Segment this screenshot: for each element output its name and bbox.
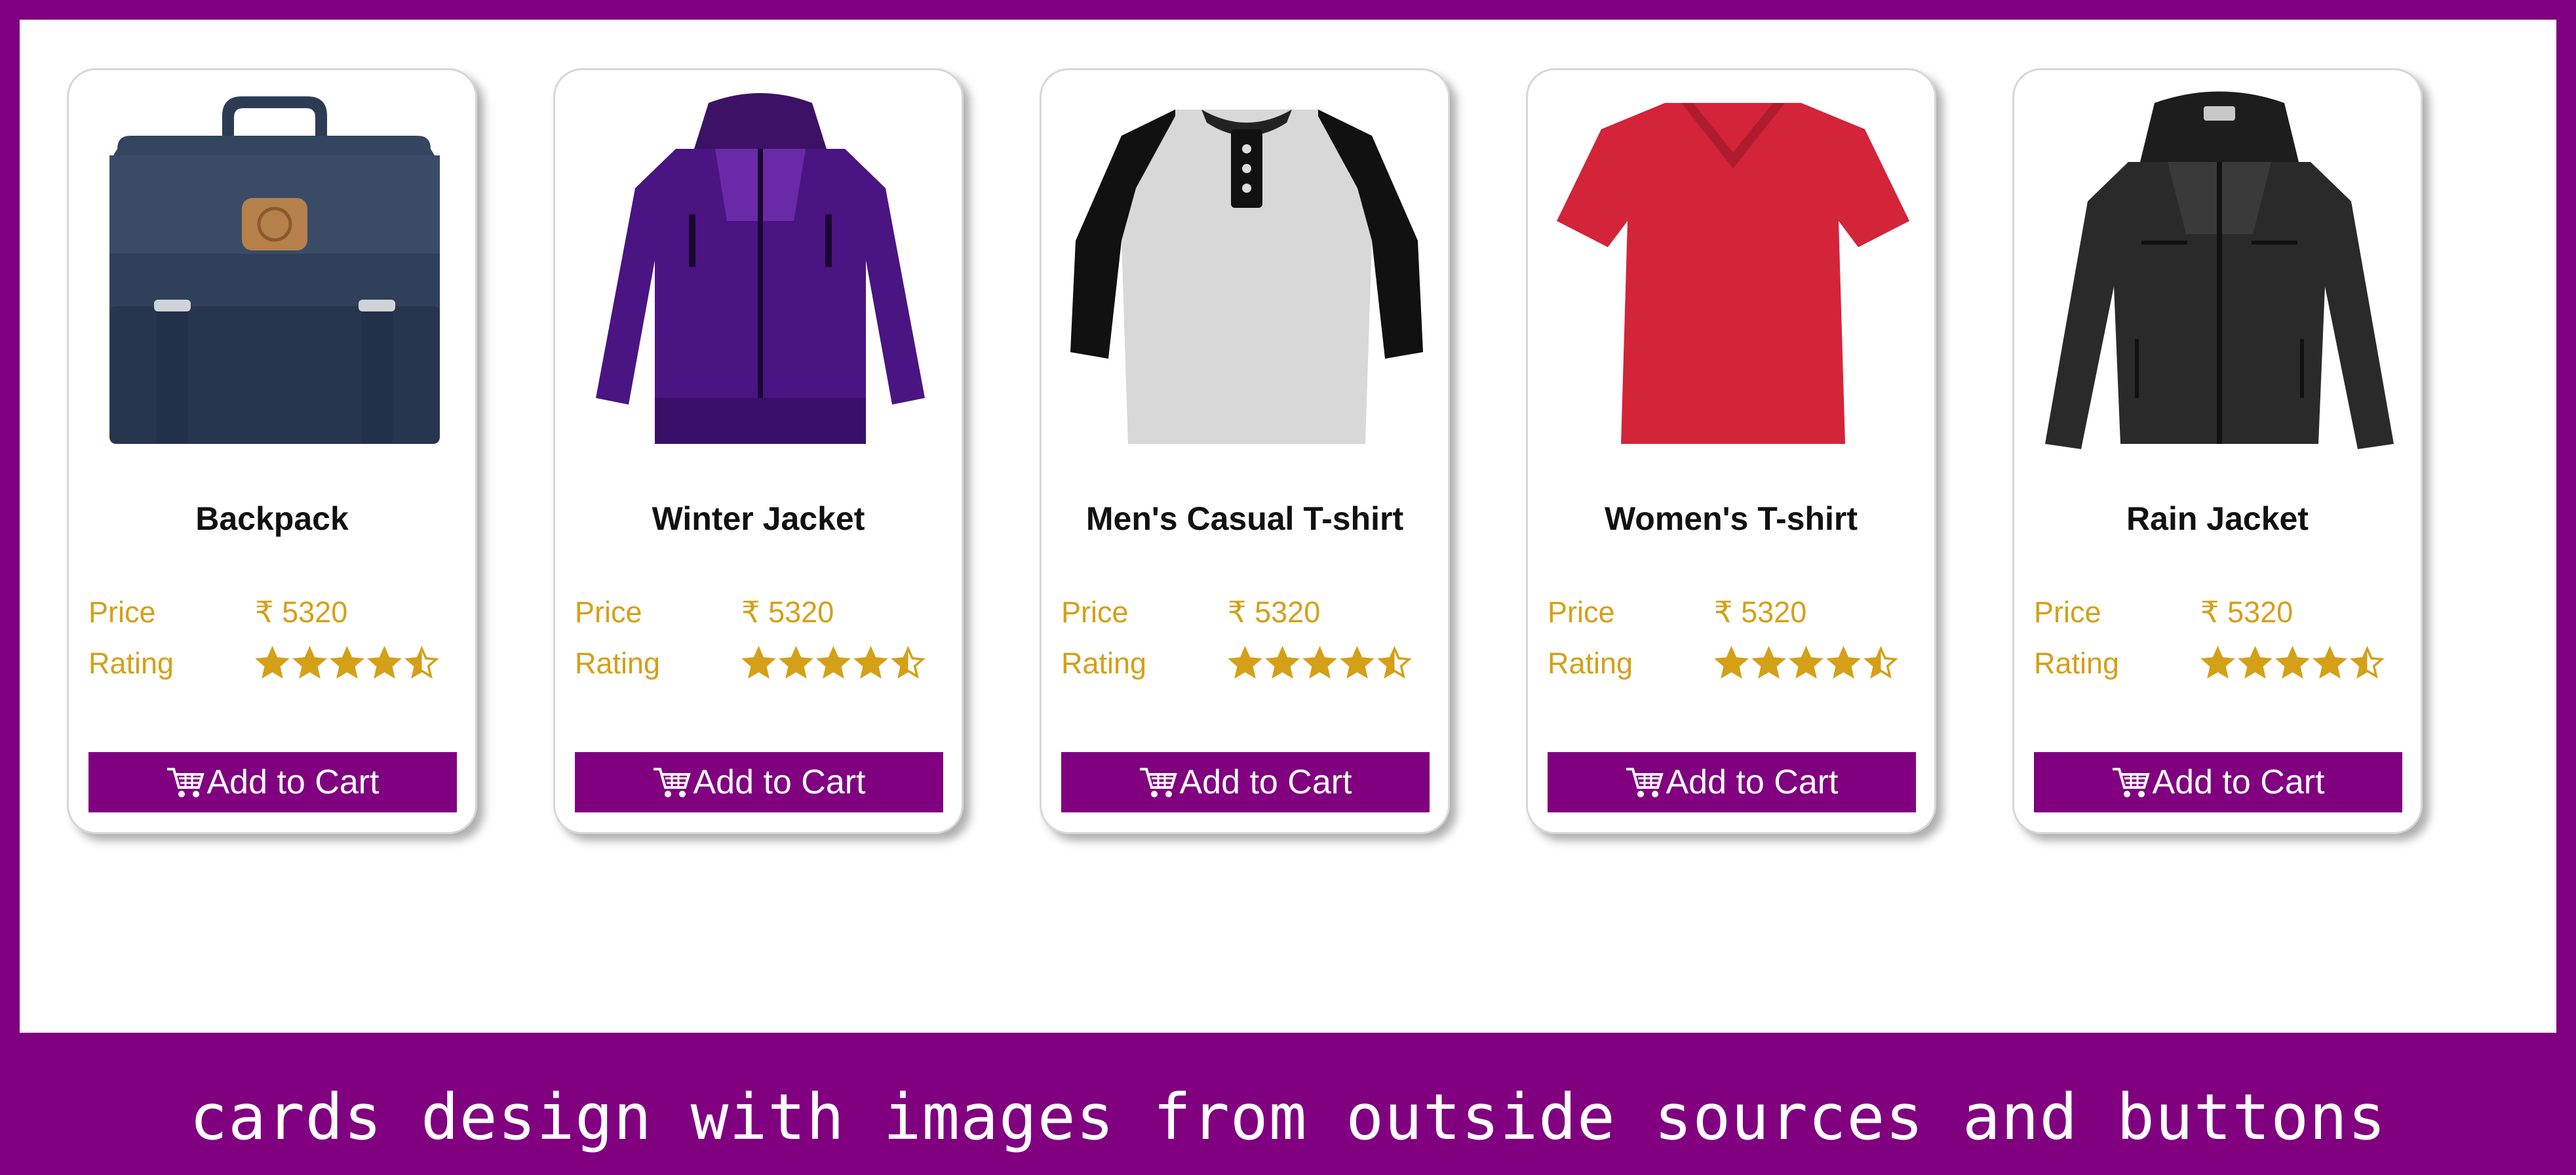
rating-row: Rating (1548, 646, 1921, 681)
cart-icon (2113, 768, 2151, 797)
star-full-icon (1228, 646, 1262, 679)
star-full-icon (330, 646, 364, 679)
star-full-icon (1340, 646, 1375, 679)
product-image-backpack (91, 90, 457, 462)
rating-label: Rating (575, 646, 661, 680)
product-card-womens-tshirt: Women's T-shirt Price ₹ 5320 Rating Add … (1526, 68, 1936, 834)
star-rating (2200, 646, 2385, 681)
price-label: Price (575, 595, 642, 629)
cart-icon (1140, 768, 1178, 797)
rating-label: Rating (1548, 646, 1633, 680)
add-to-cart-button[interactable]: Add to Cart (88, 752, 457, 812)
price-value: ₹ 5320 (1228, 595, 1321, 629)
star-full-icon (255, 646, 290, 679)
price-value: ₹ 5320 (741, 595, 834, 629)
star-half-icon (891, 646, 926, 679)
star-half-icon (1377, 646, 1412, 679)
star-full-icon (2200, 646, 2235, 679)
backpack-image (109, 96, 440, 444)
star-full-icon (816, 646, 851, 679)
price-value: ₹ 5320 (1714, 595, 1807, 629)
add-to-cart-label: Add to Cart (693, 763, 866, 801)
price-row: Price ₹ 5320 (1548, 595, 1921, 629)
rain-jacket-image (2045, 91, 2394, 449)
add-to-cart-button[interactable]: Add to Cart (575, 752, 943, 812)
star-full-icon (1302, 646, 1337, 679)
product-image-mens-tshirt (1064, 90, 1430, 462)
product-card-winter-jacket: Winter Jacket Price ₹ 5320 Rating Add to… (553, 68, 964, 834)
rating-label: Rating (88, 646, 174, 680)
product-image-winter-jacket (577, 90, 943, 462)
star-half-icon (1864, 646, 1898, 679)
star-rating (741, 646, 926, 681)
star-full-icon (1826, 646, 1861, 679)
add-to-cart-button[interactable]: Add to Cart (1061, 752, 1430, 812)
price-row: Price ₹ 5320 (575, 595, 948, 629)
add-to-cart-label: Add to Cart (2152, 763, 2325, 801)
rating-row: Rating (88, 646, 462, 681)
rating-label: Rating (2034, 646, 2120, 680)
star-full-icon (741, 646, 776, 679)
price-row: Price ₹ 5320 (88, 595, 462, 629)
rating-row: Rating (1061, 646, 1435, 681)
price-value: ₹ 5320 (255, 595, 348, 629)
price-row: Price ₹ 5320 (1061, 595, 1435, 629)
star-half-icon (2350, 646, 2385, 679)
star-full-icon (292, 646, 327, 679)
product-card-rain-jacket: Rain Jacket Price ₹ 5320 Rating Add to C… (2012, 68, 2423, 834)
price-label: Price (88, 595, 156, 629)
cart-icon (654, 768, 692, 797)
add-to-cart-label: Add to Cart (206, 763, 380, 801)
womens-tshirt-image (1557, 103, 1909, 444)
rating-row: Rating (575, 646, 948, 681)
price-label: Price (2034, 595, 2101, 629)
product-title: Women's T-shirt (1604, 500, 1858, 537)
product-title: Rain Jacket (2126, 500, 2309, 537)
star-full-icon (2313, 646, 2347, 679)
star-rating (1714, 646, 1898, 681)
winter-jacket-image (596, 93, 925, 444)
product-title: Backpack (195, 500, 349, 537)
mens-tshirt-image (1070, 110, 1423, 444)
star-full-icon (779, 646, 813, 679)
add-to-cart-button[interactable]: Add to Cart (1548, 752, 1916, 812)
star-half-icon (404, 646, 439, 679)
cart-icon (1626, 768, 1664, 797)
cart-icon (167, 768, 205, 797)
price-label: Price (1061, 595, 1129, 629)
star-full-icon (2238, 646, 2273, 679)
price-label: Price (1548, 595, 1615, 629)
star-rating (255, 646, 439, 681)
star-full-icon (367, 646, 402, 679)
star-full-icon (2275, 646, 2310, 679)
star-rating (1228, 646, 1412, 681)
add-to-cart-label: Add to Cart (1179, 763, 1352, 801)
product-image-rain-jacket (2037, 90, 2402, 462)
product-image-womens-tshirt (1550, 90, 1916, 462)
product-title: Winter Jacket (652, 500, 865, 537)
star-full-icon (853, 646, 888, 679)
add-to-cart-label: Add to Cart (1666, 763, 1839, 801)
rating-row: Rating (2034, 646, 2408, 681)
price-value: ₹ 5320 (2200, 595, 2293, 629)
rating-label: Rating (1061, 646, 1147, 680)
price-row: Price ₹ 5320 (2034, 595, 2408, 629)
product-grid: Backpack Price ₹ 5320 Rating Add to Cart (20, 20, 2556, 1033)
star-full-icon (1789, 646, 1824, 679)
product-card-backpack: Backpack Price ₹ 5320 Rating Add to Cart (67, 68, 477, 834)
product-card-mens-tshirt: Men's Casual T-shirt Price ₹ 5320 Rating… (1040, 68, 1450, 834)
star-full-icon (1265, 646, 1300, 679)
star-full-icon (1714, 646, 1749, 679)
add-to-cart-button[interactable]: Add to Cart (2034, 752, 2402, 812)
product-title: Men's Casual T-shirt (1085, 500, 1404, 537)
star-full-icon (1751, 646, 1786, 679)
footer-banner: cards design with images from outside so… (0, 1033, 2576, 1175)
footer-caption: cards design with images from outside so… (189, 1080, 2387, 1154)
